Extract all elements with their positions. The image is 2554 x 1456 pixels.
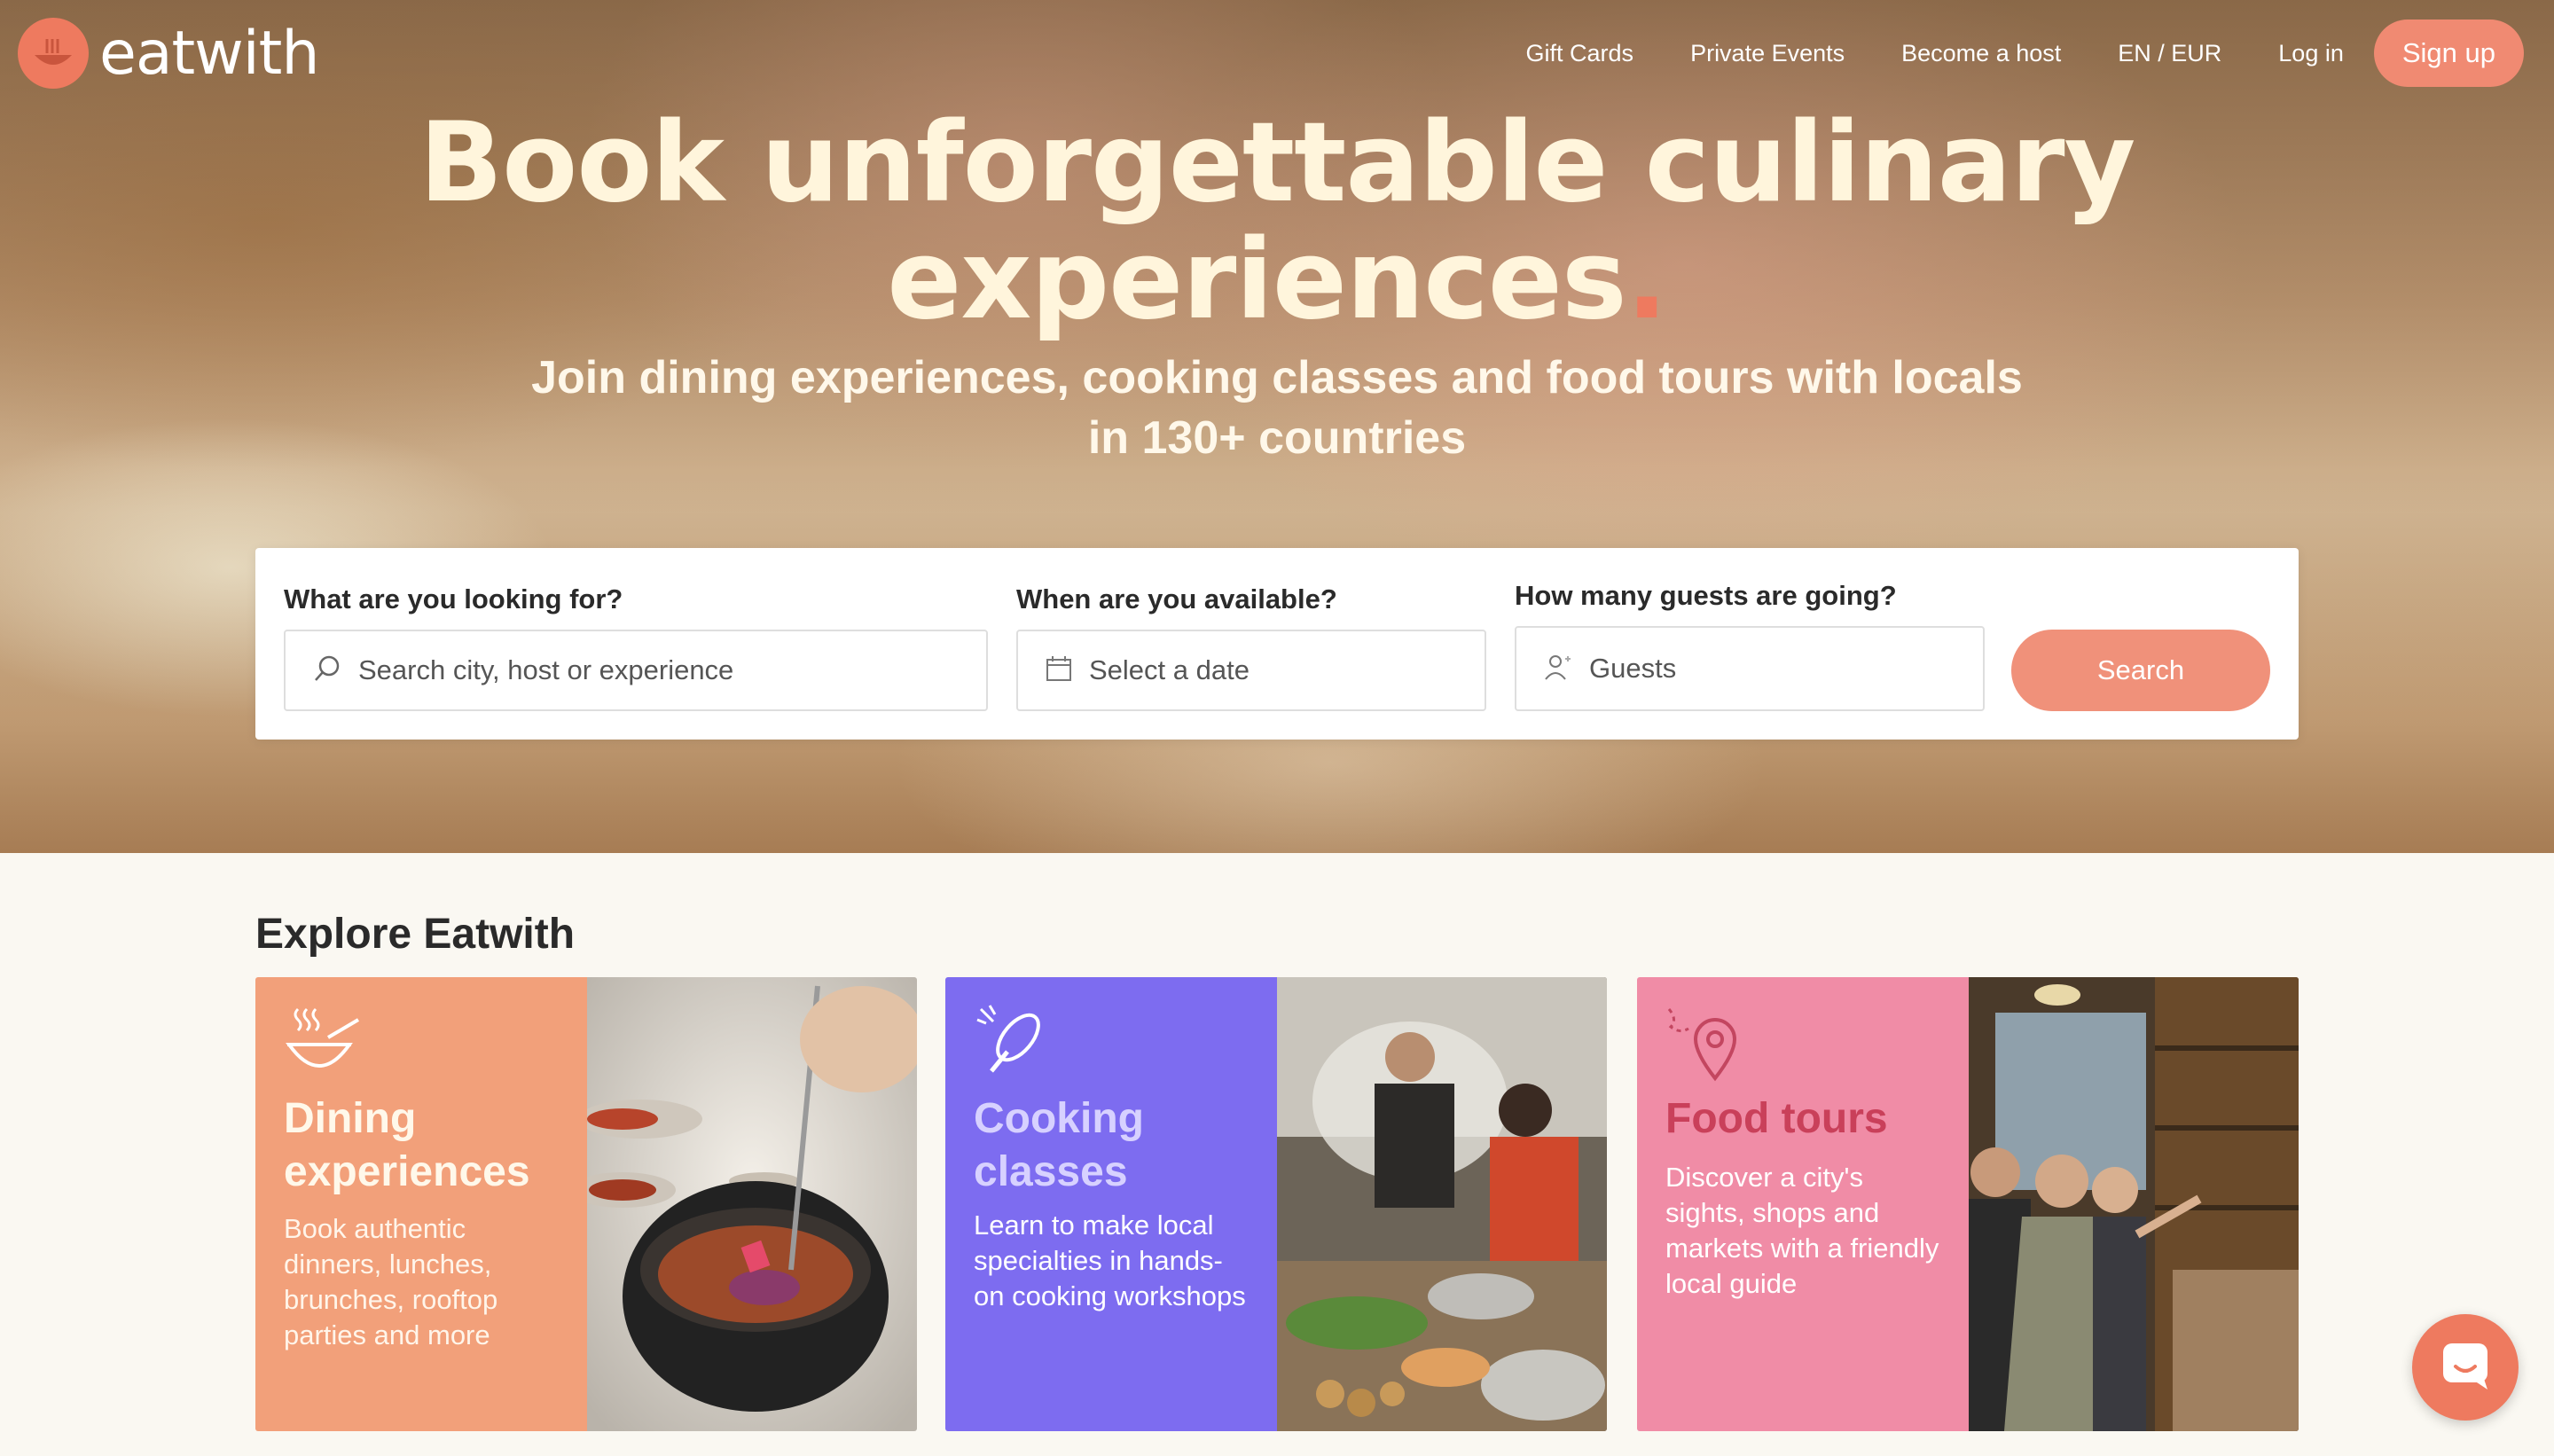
card-color-panel: Cooking classes Learn to make local spec… [945, 977, 1277, 1431]
dining-experiences-card[interactable]: Dining experiences Book authentic dinner… [255, 977, 917, 1431]
login-link[interactable]: Log in [2278, 40, 2344, 67]
what-label: What are you looking for? [284, 583, 623, 614]
private-events-link[interactable]: Private Events [1690, 40, 1845, 67]
search-button[interactable]: Search [2011, 630, 2270, 711]
guests-placeholder: Guests [1589, 653, 1677, 684]
logo-text: eatwith [99, 18, 319, 89]
locale-selector[interactable]: EN / EUR [2118, 40, 2221, 67]
cooking-photo [1277, 977, 1607, 1431]
fork-logo-icon [18, 18, 89, 89]
location-pin-icon [1665, 1002, 1745, 1085]
become-host-link[interactable]: Become a host [1901, 40, 2061, 67]
date-input[interactable]: Select a date [1016, 630, 1486, 711]
card-color-panel: Dining experiences Book authentic dinner… [255, 977, 587, 1431]
card-description: Learn to make local specialties in hands… [974, 1209, 1246, 1311]
search-panel: What are you looking for? Search city, h… [255, 548, 2299, 740]
card-description: Discover a city's sights, shops and mark… [1665, 1162, 1939, 1299]
hero-subline: Join dining experiences, cooking classes… [479, 348, 2075, 468]
headline-line-2: experiences. [0, 222, 2554, 339]
signup-button[interactable]: Sign up [2373, 20, 2524, 87]
explore-title: Explore Eatwith [255, 911, 576, 958]
calendar-icon [1045, 654, 1073, 686]
card-title: Cooking classes [974, 1095, 1144, 1195]
subline-line-2: in 130+ countries [1087, 412, 1467, 464]
soup-bowl-icon [284, 1002, 364, 1085]
search-icon [312, 654, 342, 687]
food-tours-photo [1969, 977, 2299, 1431]
when-label: When are you available? [1016, 583, 1337, 614]
card-description: Book authentic dinners, lunches, brunche… [284, 1213, 498, 1350]
headline-line-1: Book unforgettable culinary [419, 99, 2136, 227]
hero-headline: Book unforgettable culinary experiences. [0, 105, 2554, 339]
card-title: Dining experiences [284, 1095, 530, 1195]
whisk-icon [974, 1002, 1054, 1085]
hero-section: eatwith Gift Cards Private Events Become… [0, 0, 2554, 853]
subline-line-1: Join dining experiences, cooking classes… [531, 352, 2023, 403]
cooking-classes-card[interactable]: Cooking classes Learn to make local spec… [945, 977, 1607, 1431]
search-input[interactable]: Search city, host or experience [284, 630, 988, 711]
food-tours-card[interactable]: Food tours Discover a city's sights, sho… [1637, 977, 2299, 1431]
card-title: Food tours [1665, 1095, 1888, 1142]
search-placeholder: Search city, host or experience [358, 654, 734, 685]
headline-dot: . [1626, 216, 1668, 344]
top-nav: Gift Cards Private Events Become a host … [1469, 20, 2524, 87]
gift-cards-link[interactable]: Gift Cards [1526, 40, 1634, 67]
date-placeholder: Select a date [1089, 654, 1250, 685]
chat-icon [2440, 1340, 2491, 1395]
headline-word: experiences [887, 216, 1626, 344]
guests-input[interactable]: Guests [1515, 626, 1985, 711]
chat-launcher-button[interactable] [2412, 1314, 2519, 1421]
logo[interactable]: eatwith [18, 18, 319, 89]
dining-photo [569, 977, 917, 1431]
guests-label: How many guests are going? [1515, 580, 1897, 611]
card-color-panel: Food tours Discover a city's sights, sho… [1637, 977, 1969, 1431]
user-icon [1543, 652, 1573, 685]
